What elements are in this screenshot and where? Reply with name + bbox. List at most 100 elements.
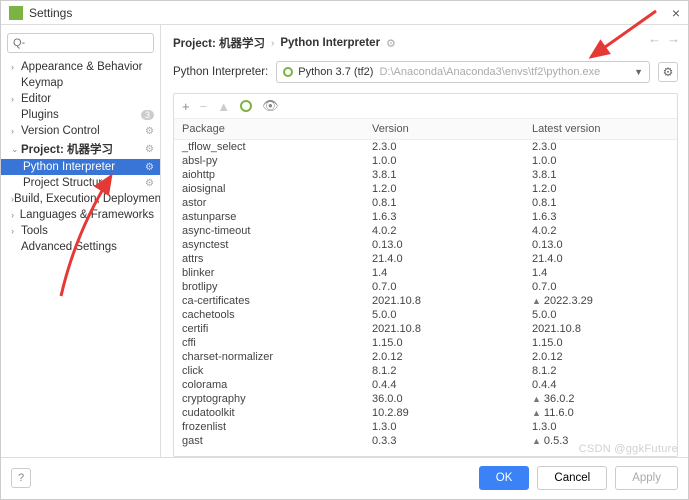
table-row[interactable]: brotlipy0.7.00.7.0	[174, 280, 677, 294]
pkg-name: async-timeout	[182, 225, 372, 237]
table-row[interactable]: aiosignal1.2.01.2.0	[174, 182, 677, 196]
gear-icon: ⚙	[145, 162, 154, 173]
pkg-version: 0.13.0	[372, 239, 532, 251]
table-row[interactable]: click8.1.28.1.2	[174, 364, 677, 378]
pkg-name: cachetools	[182, 309, 372, 321]
interpreter-settings-button[interactable]: ⚙	[658, 62, 678, 82]
upgrade-package-button[interactable]: ▲	[217, 99, 230, 114]
package-panel: + − ▲ 👁 Package Version Latest version _…	[173, 93, 678, 457]
pkg-latest: ▲11.6.0	[532, 407, 669, 419]
search-input[interactable]	[7, 33, 154, 53]
pkg-name: ca-certificates	[182, 295, 372, 307]
pkg-name: frozenlist	[182, 421, 372, 433]
pkg-version: 21.4.0	[372, 253, 532, 265]
tree-item[interactable]: ›Editor	[1, 91, 160, 107]
interpreter-dropdown[interactable]: Python 3.7 (tf2) D:\Anaconda\Anaconda3\e…	[276, 61, 650, 83]
table-row[interactable]: colorama0.4.40.4.4	[174, 378, 677, 392]
show-paths-button[interactable]: 👁	[262, 98, 279, 114]
tree-label: Project: 机器学习	[21, 141, 141, 157]
tree-item[interactable]: ⌄Project: 机器学习⚙	[1, 139, 160, 159]
help-button[interactable]: ?	[11, 468, 31, 488]
col-latest[interactable]: Latest version	[532, 123, 669, 135]
pkg-name: cffi	[182, 337, 372, 349]
tree-label: Appearance & Behavior	[21, 61, 154, 73]
table-row[interactable]: blinker1.41.4	[174, 266, 677, 280]
tree-item[interactable]: ›Build, Execution, Deployment	[1, 191, 160, 207]
pkg-latest: 2.0.12	[532, 351, 669, 363]
pkg-version: 1.4	[372, 267, 532, 279]
pkg-latest: ▲2022.3.29	[532, 295, 669, 307]
app-icon	[9, 6, 23, 20]
table-row[interactable]: cffi1.15.01.15.0	[174, 336, 677, 350]
pkg-name: absl-py	[182, 155, 372, 167]
table-row[interactable]: cryptography36.0.0▲36.0.2	[174, 392, 677, 406]
tree-item[interactable]: ›Version Control⚙	[1, 123, 160, 139]
col-version[interactable]: Version	[372, 123, 532, 135]
table-row[interactable]: async-timeout4.0.24.0.2	[174, 224, 677, 238]
nav-arrows: ← →	[648, 31, 680, 46]
pkg-version: 2021.10.8	[372, 323, 532, 335]
pkg-version: 0.3.3	[372, 435, 532, 447]
table-row[interactable]: asynctest0.13.00.13.0	[174, 238, 677, 252]
remove-package-button[interactable]: −	[200, 99, 208, 114]
pkg-version: 4.0.2	[372, 225, 532, 237]
ok-button[interactable]: OK	[479, 466, 530, 490]
chevron-icon: ›	[11, 126, 21, 136]
cancel-button[interactable]: Cancel	[537, 466, 607, 490]
pkg-name: certifi	[182, 323, 372, 335]
chevron-icon: ›	[11, 226, 21, 236]
table-row[interactable]: cachetools5.0.05.0.0	[174, 308, 677, 322]
apply-button[interactable]: Apply	[615, 466, 678, 490]
pkg-latest: 2.3.0	[532, 141, 669, 153]
tree-item[interactable]: ›Languages & Frameworks	[1, 207, 160, 223]
chevron-right-icon: ›	[271, 38, 274, 49]
tree-item[interactable]: Plugins3	[1, 107, 160, 123]
pkg-latest: 1.2.0	[532, 183, 669, 195]
pkg-name: attrs	[182, 253, 372, 265]
table-row[interactable]: charset-normalizer2.0.122.0.12	[174, 350, 677, 364]
close-icon[interactable]: ×	[672, 5, 680, 21]
pkg-latest: ▲36.0.2	[532, 393, 669, 405]
table-row[interactable]: ca-certificates2021.10.8▲2022.3.29	[174, 294, 677, 308]
table-row[interactable]: aiohttp3.8.13.8.1	[174, 168, 677, 182]
table-row[interactable]: frozenlist1.3.01.3.0	[174, 420, 677, 434]
pkg-version: 1.15.0	[372, 337, 532, 349]
chevron-down-icon: ▼	[634, 67, 643, 77]
nav-back-icon[interactable]: ←	[648, 31, 661, 46]
col-package[interactable]: Package	[182, 123, 372, 135]
pkg-version: 2021.10.8	[372, 295, 532, 307]
tree-label: Project Structure	[23, 177, 141, 189]
pkg-version: 0.8.1	[372, 197, 532, 209]
table-row[interactable]: astor0.8.10.8.1	[174, 196, 677, 210]
table-row[interactable]: certifi2021.10.82021.10.8	[174, 322, 677, 336]
titlebar: Settings ×	[1, 1, 688, 25]
tree-item[interactable]: Advanced Settings	[1, 239, 160, 255]
tree-subitem[interactable]: Python Interpreter⚙	[1, 159, 160, 175]
pkg-latest: 0.13.0	[532, 239, 669, 251]
gear-icon: ⚙	[386, 37, 396, 50]
tree-subitem[interactable]: Project Structure⚙	[1, 175, 160, 191]
table-row[interactable]: astunparse1.6.31.6.3	[174, 210, 677, 224]
table-row[interactable]: cudatoolkit10.2.89▲11.6.0	[174, 406, 677, 420]
add-package-button[interactable]: +	[182, 99, 190, 114]
breadcrumb: Project: 机器学习 › Python Interpreter ⚙	[173, 33, 678, 61]
nav-forward-icon[interactable]: →	[667, 31, 680, 46]
package-table-body[interactable]: _tflow_select2.3.02.3.0absl-py1.0.01.0.0…	[174, 140, 677, 456]
chevron-icon: ›	[11, 94, 21, 104]
python-ring-icon	[283, 67, 293, 77]
pkg-latest: 0.4.4	[532, 379, 669, 391]
pkg-name: colorama	[182, 379, 372, 391]
tree-label: Keymap	[21, 77, 154, 89]
conda-icon[interactable]	[240, 100, 252, 112]
tree-item[interactable]: Keymap	[1, 75, 160, 91]
pkg-latest: 3.8.1	[532, 169, 669, 181]
table-row[interactable]: absl-py1.0.01.0.0	[174, 154, 677, 168]
pkg-name: blinker	[182, 267, 372, 279]
pkg-latest: 1.6.3	[532, 211, 669, 223]
tree-item[interactable]: ›Tools	[1, 223, 160, 239]
tree-label: Plugins	[21, 109, 137, 121]
table-row[interactable]: attrs21.4.021.4.0	[174, 252, 677, 266]
tree-item[interactable]: ›Appearance & Behavior	[1, 59, 160, 75]
table-row[interactable]: _tflow_select2.3.02.3.0	[174, 140, 677, 154]
pkg-version: 1.6.3	[372, 211, 532, 223]
